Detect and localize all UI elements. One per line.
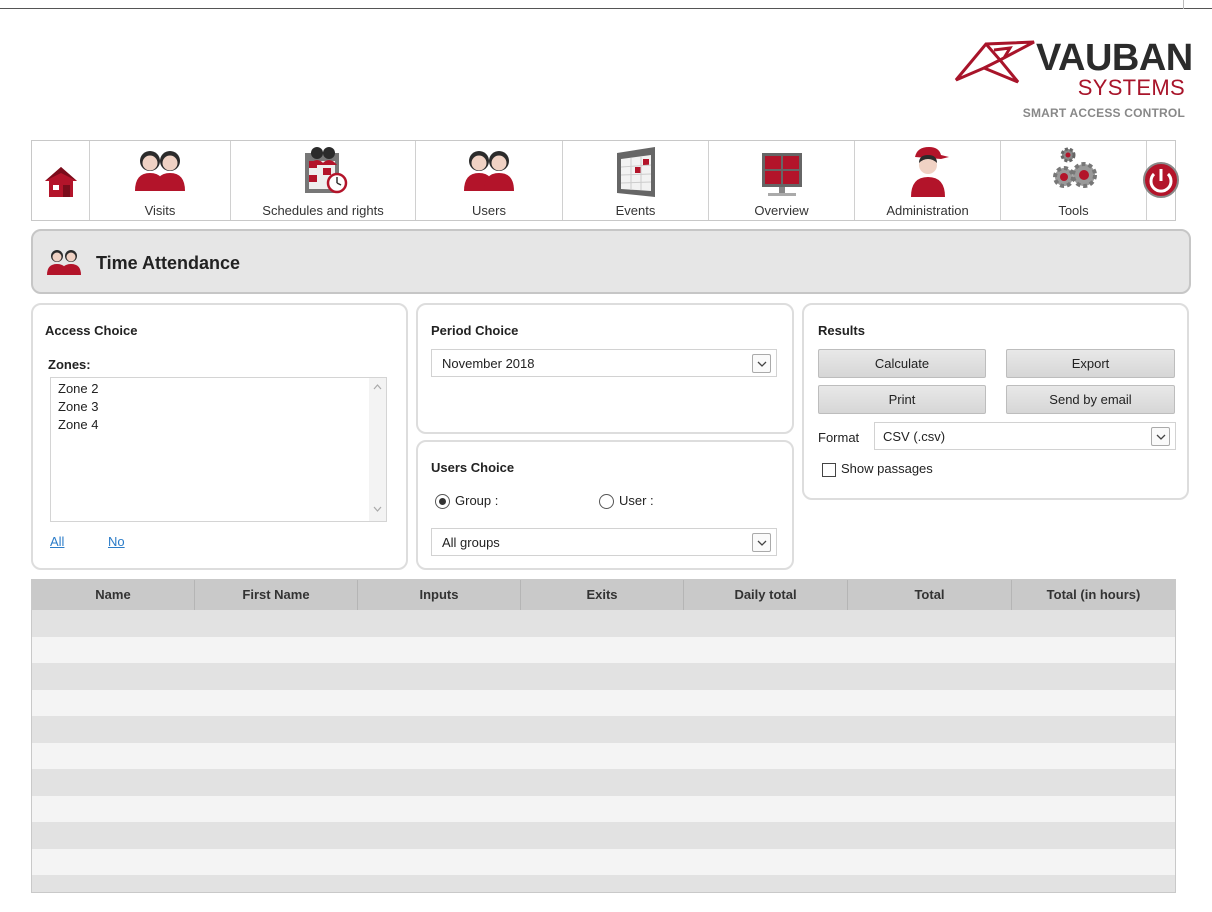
show-passages-label: Show passages — [841, 461, 933, 476]
nav-logout[interactable] — [1143, 141, 1179, 220]
brand-subtitle: SYSTEMS — [1077, 75, 1185, 100]
group-select-value: All groups — [442, 535, 500, 550]
results-panel: Results Calculate Export Print Send by e… — [802, 303, 1189, 500]
table-row — [32, 610, 1175, 637]
access-choice-panel: Access Choice Zones: Zone 2 Zone 3 Zone … — [31, 303, 408, 570]
table-body — [32, 610, 1175, 892]
nav-events[interactable]: Events — [563, 141, 709, 220]
table-row — [32, 875, 1175, 892]
table-row — [32, 742, 1175, 769]
nav-administration[interactable]: Administration — [855, 141, 1001, 220]
nav-label-administration: Administration — [886, 203, 969, 218]
schedule-icon — [305, 147, 348, 194]
column-header-total[interactable]: Total — [848, 580, 1012, 610]
results-title: Results — [818, 323, 865, 338]
zones-label: Zones: — [48, 357, 91, 372]
brand-name: VAUBAN — [1036, 37, 1193, 79]
nav-label-users: Users — [472, 203, 506, 218]
brand-tagline: SMART ACCESS CONTROL — [1022, 106, 1185, 120]
nav-home[interactable] — [32, 141, 90, 220]
users-icon — [47, 250, 81, 275]
admin-icon — [910, 147, 949, 197]
group-radio-label: Group : — [455, 493, 499, 508]
gears-icon — [1052, 147, 1097, 188]
zone-option[interactable]: Zone 4 — [51, 416, 386, 434]
window-top-border — [0, 0, 1212, 9]
page-title: Time Attendance — [96, 253, 241, 273]
send-email-button[interactable]: Send by email — [1006, 385, 1175, 414]
main-navigation: Visits Schedules and rights Users Events… — [31, 140, 1179, 221]
zone-option[interactable]: Zone 3 — [51, 398, 386, 416]
table-row — [32, 663, 1175, 690]
chevron-down-icon[interactable] — [752, 533, 771, 552]
chevron-down-icon[interactable] — [752, 354, 771, 373]
users-choice-title: Users Choice — [431, 460, 515, 475]
logo-star-icon — [954, 40, 1035, 84]
nav-tools[interactable]: Tools — [1001, 141, 1147, 220]
table-row — [32, 716, 1175, 743]
page-header: Time Attendance — [31, 229, 1191, 294]
chevron-up-icon[interactable] — [373, 384, 382, 390]
column-header-total-hours[interactable]: Total (in hours) — [1012, 580, 1175, 610]
column-header-daily-total[interactable]: Daily total — [684, 580, 848, 610]
users-icon — [464, 151, 514, 191]
zone-option[interactable]: Zone 2 — [51, 380, 386, 398]
print-button[interactable]: Print — [818, 385, 986, 414]
home-icon — [44, 167, 77, 197]
calculate-button[interactable]: Calculate — [818, 349, 986, 378]
vauban-logo: VAUBAN SYSTEMS SMART ACCESS CONTROL — [948, 38, 1193, 128]
column-header-name[interactable]: Name — [32, 580, 195, 610]
user-radio[interactable] — [599, 494, 614, 509]
user-radio-label: User : — [619, 493, 654, 508]
group-select[interactable]: All groups — [431, 528, 777, 556]
period-choice-panel: Period Choice November 2018 — [416, 303, 794, 434]
nav-label-visits: Visits — [144, 203, 176, 218]
select-none-link[interactable]: No — [108, 534, 125, 549]
show-passages-checkbox[interactable] — [822, 463, 836, 477]
users-choice-panel: Users Choice Group : User : All groups — [416, 440, 794, 570]
period-select[interactable]: November 2018 — [431, 349, 777, 377]
table-row — [32, 795, 1175, 822]
format-select-value: CSV (.csv) — [883, 429, 946, 444]
column-header-first-name[interactable]: First Name — [195, 580, 358, 610]
nav-schedules[interactable]: Schedules and rights — [231, 141, 416, 220]
window-separator — [1183, 0, 1184, 9]
group-radio[interactable] — [435, 494, 450, 509]
select-all-link[interactable]: All — [50, 534, 64, 549]
table-row — [32, 689, 1175, 716]
table-header: Name First Name Inputs Exits Daily total… — [32, 580, 1175, 610]
column-header-exits[interactable]: Exits — [521, 580, 684, 610]
nav-users[interactable]: Users — [416, 141, 563, 220]
table-row — [32, 848, 1175, 875]
chevron-down-icon[interactable] — [1151, 427, 1170, 446]
nav-label-events: Events — [615, 203, 656, 218]
monitor-icon — [761, 153, 802, 196]
format-select[interactable]: CSV (.csv) — [874, 422, 1176, 450]
table-row — [32, 822, 1175, 849]
period-choice-title: Period Choice — [431, 323, 519, 338]
nav-label-overview: Overview — [754, 203, 809, 218]
zones-listbox[interactable]: Zone 2 Zone 3 Zone 4 — [50, 377, 387, 522]
nav-overview[interactable]: Overview — [709, 141, 855, 220]
zones-scrollbar[interactable] — [369, 378, 386, 521]
results-table: Name First Name Inputs Exits Daily total… — [31, 579, 1176, 893]
nav-visits[interactable]: Visits — [90, 141, 231, 220]
power-icon — [1143, 162, 1179, 198]
export-button[interactable]: Export — [1006, 349, 1175, 378]
chevron-down-icon[interactable] — [373, 506, 382, 512]
format-label: Format — [818, 430, 860, 445]
period-select-value: November 2018 — [442, 356, 535, 371]
access-choice-title: Access Choice — [45, 323, 138, 338]
nav-label-tools: Tools — [1058, 203, 1089, 218]
table-row — [32, 636, 1175, 663]
visitors-icon — [135, 151, 185, 191]
nav-label-schedules: Schedules and rights — [262, 203, 384, 218]
calendar-icon — [616, 147, 655, 197]
table-row — [32, 769, 1175, 796]
column-header-inputs[interactable]: Inputs — [358, 580, 521, 610]
